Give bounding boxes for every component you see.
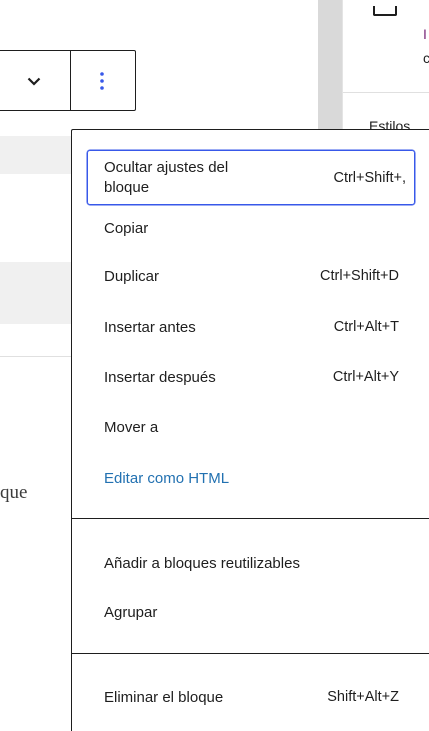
toolbar-divider [70,51,71,110]
menu-item-move-to[interactable]: Mover a [88,407,413,447]
editor-paragraph-text[interactable]: que [0,482,27,504]
block-options-chevron-button[interactable] [19,69,49,93]
menu-item-copy[interactable]: Copiar [88,208,413,248]
menu-item-edit-as-html[interactable]: Editar como HTML [88,458,413,498]
menu-item-label: Copiar [104,219,149,237]
menu-item-label: Ocultar ajustes del bloque [104,158,229,196]
menu-item-shortcut: Ctrl+Alt+Y [332,369,399,385]
menu-separator [72,518,429,519]
menu-item-label: Insertar después [104,368,216,386]
menu-item-label: Duplicar [104,267,160,285]
block-icon [373,6,397,16]
menu-item-label: Editar como HTML [104,469,230,487]
block-toolbar [0,50,136,111]
menu-item-insert-before[interactable]: Insertar antes Ctrl+Alt+T [88,307,413,347]
menu-item-remove-block[interactable]: Eliminar el bloque Shift+Alt+Z [88,677,413,717]
menu-item-add-to-reusable-blocks[interactable]: Añadir a bloques reutilizables [88,543,413,583]
menu-item-shortcut: Ctrl+Alt+T [333,319,399,335]
menu-item-label: Añadir a bloques reutilizables [104,554,300,572]
menu-item-insert-after[interactable]: Insertar después Ctrl+Alt+Y [88,357,413,397]
more-vertical-icon [100,72,104,90]
block-options-menu: Ocultar ajustes del bloque Ctrl+Shift+, … [71,129,429,731]
divider [343,92,429,93]
menu-item-shortcut: Ctrl+Shift+, [333,169,406,186]
menu-separator [72,653,429,654]
menu-item-label: Agrupar [104,603,158,621]
menu-item-shortcut: Shift+Alt+Z [327,689,399,705]
sidebar-text: c [423,50,429,66]
chevron-down-icon [27,77,41,86]
menu-item-hide-block-settings[interactable]: Ocultar ajustes del bloque Ctrl+Shift+, [87,150,415,205]
menu-item-label: Mover a [104,418,159,436]
menu-item-group[interactable]: Agrupar [88,592,413,632]
menu-item-shortcut: Ctrl+Shift+D [320,268,399,284]
options-button[interactable] [87,67,117,95]
sidebar-text: I [423,26,427,42]
menu-item-label: Insertar antes [104,318,196,336]
menu-item-duplicate[interactable]: Duplicar Ctrl+Shift+D [88,256,413,296]
menu-item-label: Eliminar el bloque [104,688,224,706]
